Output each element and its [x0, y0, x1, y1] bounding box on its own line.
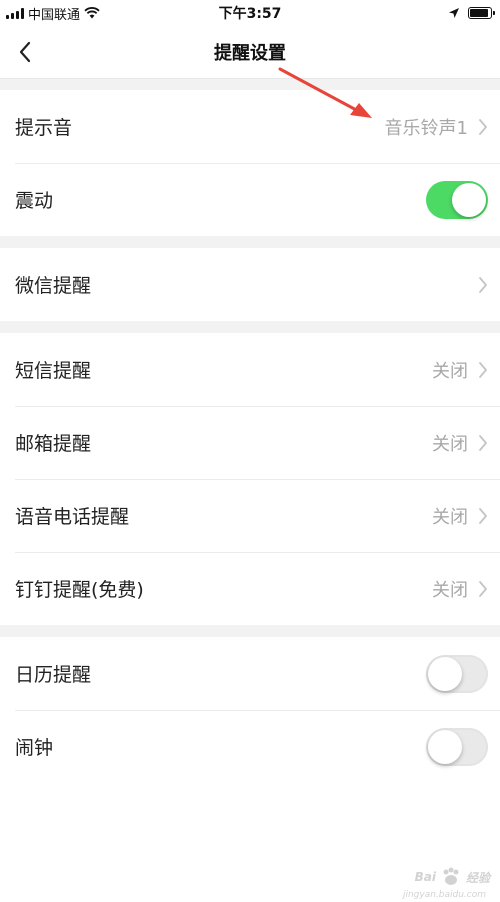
settings-row[interactable]: 钉钉提醒(免费) 关闭 — [0, 552, 500, 625]
row-label: 震动 — [15, 190, 54, 212]
baidu-jingyan-watermark: Bai 经验 jingyan.baidu.com — [403, 866, 490, 900]
location-arrow-icon — [449, 8, 459, 18]
settings-section: 短信提醒 关闭 邮箱提醒 关闭 语音电话提醒 关闭 钉钉提醒(免费) 关闭 — [0, 333, 500, 625]
row-right: 关闭 — [432, 357, 488, 383]
chevron-right-icon — [479, 434, 487, 451]
settings-row: 日历提醒 — [0, 637, 500, 710]
chevron-right-icon — [479, 276, 487, 293]
settings-section: 提示音 音乐铃声1 震动 — [0, 90, 500, 236]
status-left: 中国联通 — [6, 4, 100, 23]
settings-row[interactable]: 短信提醒 关闭 — [0, 333, 500, 406]
chevron-right-icon — [479, 507, 487, 524]
toggle-switch[interactable] — [426, 180, 488, 219]
row-value: 关闭 — [432, 579, 468, 601]
chevron-left-icon — [19, 41, 31, 63]
toggle-switch[interactable] — [426, 727, 488, 766]
chevron-right-icon — [479, 118, 487, 135]
battery-fill — [470, 9, 488, 17]
settings-list: 提示音 音乐铃声1 震动 微信提醒 短信提醒 关闭 邮箱提醒 关闭 语音电话提醒 关闭 钉钉提醒(免… — [0, 78, 500, 783]
row-right: 关闭 — [432, 576, 488, 602]
row-label: 提示音 — [15, 117, 73, 139]
row-label: 闹钟 — [15, 737, 54, 759]
carrier-name: 中国联通 — [28, 7, 81, 23]
signal-bars-icon — [6, 7, 24, 19]
wifi-icon — [84, 7, 100, 19]
row-right: 关闭 — [432, 430, 488, 456]
settings-row[interactable]: 提示音 音乐铃声1 — [0, 90, 500, 163]
watermark-brand-cn: 经验 — [465, 870, 490, 885]
watermark-url: jingyan.baidu.com — [402, 890, 486, 900]
settings-row[interactable]: 邮箱提醒 关闭 — [0, 406, 500, 479]
row-right — [426, 727, 488, 766]
row-label: 短信提醒 — [15, 360, 92, 382]
watermark-brand: Bai — [414, 870, 436, 884]
settings-row: 闹钟 — [0, 710, 500, 783]
settings-section: 日历提醒 闹钟 — [0, 637, 500, 783]
row-right — [426, 654, 488, 693]
row-value: 关闭 — [432, 506, 468, 528]
status-bar: 中国联通 下午3:57 — [0, 0, 500, 26]
row-right — [478, 276, 488, 294]
row-value: 关闭 — [432, 433, 468, 455]
row-label: 语音电话提醒 — [15, 506, 130, 528]
section-gap — [0, 236, 500, 248]
settings-section: 微信提醒 — [0, 248, 500, 321]
row-value: 音乐铃声1 — [384, 117, 468, 139]
toggle-knob — [428, 656, 462, 691]
row-label: 钉钉提醒(免费) — [15, 579, 144, 601]
settings-row[interactable]: 语音电话提醒 关闭 — [0, 479, 500, 552]
chevron-right-icon — [479, 580, 487, 597]
row-label: 邮箱提醒 — [15, 433, 92, 455]
row-right — [426, 180, 488, 219]
toggle-knob — [452, 182, 486, 217]
section-gap — [0, 321, 500, 333]
row-value: 关闭 — [432, 360, 468, 382]
section-gap — [0, 78, 500, 90]
chevron-right-icon — [479, 361, 487, 378]
status-right — [448, 7, 495, 19]
nav-bar: 提醒设置 — [0, 26, 500, 78]
toggle-knob — [428, 729, 462, 764]
toggle-switch[interactable] — [426, 654, 488, 693]
page-title: 提醒设置 — [214, 43, 286, 64]
battery-icon — [468, 7, 495, 19]
back-button[interactable] — [10, 34, 40, 70]
section-gap — [0, 625, 500, 637]
row-right: 关闭 — [432, 503, 488, 529]
row-label: 日历提醒 — [15, 664, 92, 686]
paw-icon — [443, 867, 459, 885]
row-label: 微信提醒 — [15, 275, 92, 297]
settings-row: 震动 — [0, 163, 500, 236]
settings-row[interactable]: 微信提醒 — [0, 248, 500, 321]
row-right: 音乐铃声1 — [385, 114, 488, 140]
